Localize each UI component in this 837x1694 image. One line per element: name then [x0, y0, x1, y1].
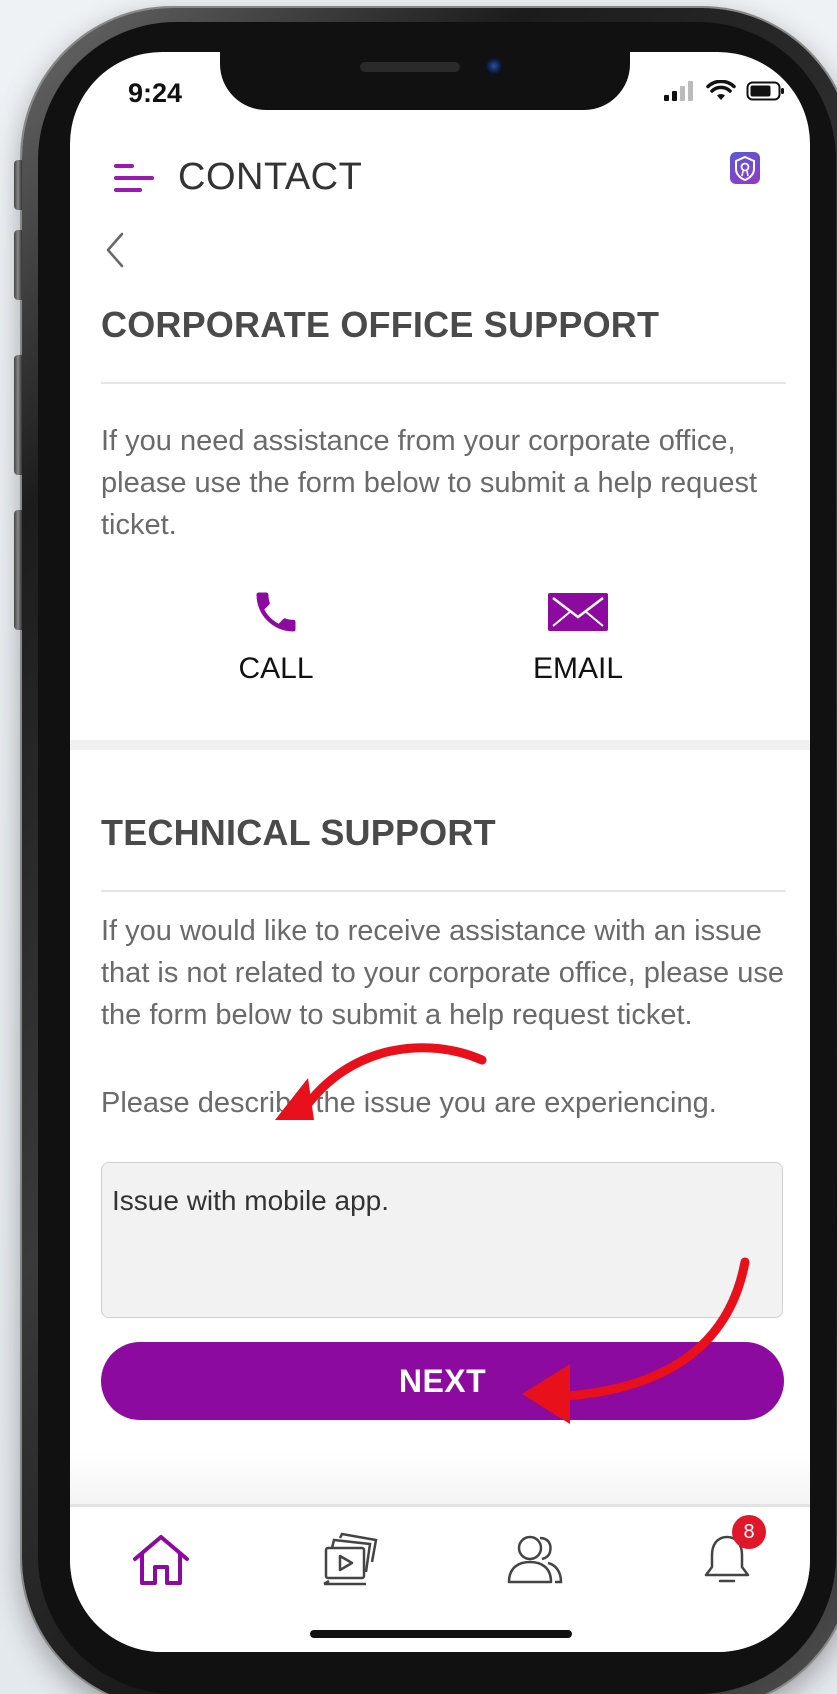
call-label: CALL	[238, 652, 314, 685]
next-button[interactable]: NEXT	[101, 1342, 784, 1420]
tab-home[interactable]	[126, 1525, 196, 1595]
notification-badge: 8	[732, 1515, 766, 1549]
corporate-section-title: CORPORATE OFFICE SUPPORT	[101, 304, 660, 345]
speaker-grille	[360, 62, 460, 72]
email-icon-wrap	[478, 582, 678, 642]
phone-icon	[256, 592, 296, 632]
tab-notifications[interactable]: 8	[692, 1515, 766, 1595]
back-chevron-icon[interactable]	[100, 228, 134, 272]
section-separator-band	[70, 740, 810, 750]
call-icon-wrap	[176, 582, 376, 642]
side-button	[14, 510, 22, 630]
call-option[interactable]: CALL	[176, 582, 376, 686]
mute-switch	[14, 160, 22, 210]
status-bar: 9:24	[70, 52, 810, 122]
content-bottom-fade	[70, 1452, 810, 1504]
notch	[220, 52, 630, 110]
hamburger-menu-icon[interactable]	[112, 158, 158, 198]
phone-screen: 9:24 CONTACT CORPORATE OFFICE SUPPORT If…	[70, 52, 810, 1652]
email-label: EMAIL	[532, 652, 624, 685]
page-title: CONTACT	[178, 156, 363, 198]
cellular-signal-icon	[664, 81, 693, 101]
email-option[interactable]: EMAIL	[478, 582, 678, 686]
home-icon	[133, 1535, 189, 1585]
status-icons	[662, 80, 786, 102]
people-icon	[507, 1535, 563, 1584]
technical-description: If you would like to receive assistance …	[101, 915, 784, 1031]
tab-media[interactable]	[316, 1525, 386, 1595]
corporate-divider	[101, 382, 786, 384]
corporate-description: If you need assistance from your corpora…	[101, 425, 758, 541]
tab-people[interactable]	[500, 1525, 570, 1595]
battery-icon	[746, 81, 784, 101]
app-header: CONTACT	[70, 142, 810, 212]
issue-prompt: Please describe the issue you are experi…	[101, 1087, 717, 1119]
issue-description-input[interactable]: Issue with mobile app.	[101, 1162, 783, 1318]
stage: 9:24 CONTACT CORPORATE OFFICE SUPPORT If…	[0, 0, 837, 1694]
volume-down-button	[14, 355, 22, 475]
front-camera	[486, 58, 502, 74]
shield-logo-icon	[735, 155, 755, 182]
status-time: 9:24	[128, 78, 183, 108]
media-icon	[323, 1532, 378, 1586]
wifi-icon	[706, 80, 736, 100]
home-indicator[interactable]	[310, 1630, 572, 1638]
volume-up-button	[14, 230, 22, 300]
technical-divider	[101, 890, 786, 892]
app-logo-icon[interactable]	[730, 152, 760, 184]
technical-section-title: TECHNICAL SUPPORT	[101, 812, 496, 853]
envelope-icon	[548, 593, 608, 631]
